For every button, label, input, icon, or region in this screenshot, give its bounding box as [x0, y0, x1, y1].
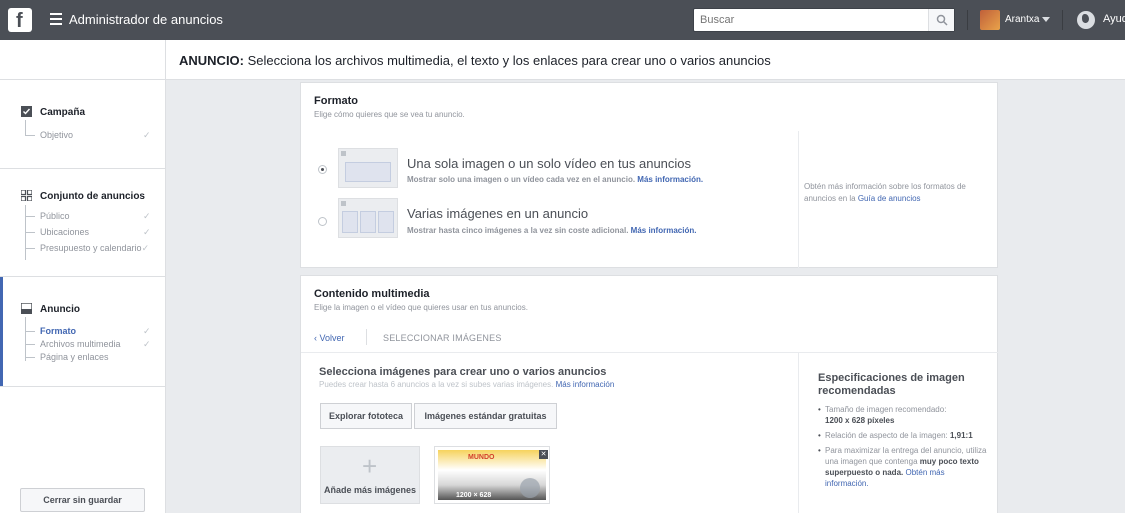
globe-icon[interactable] — [1077, 11, 1095, 29]
plus-icon: + — [362, 451, 378, 481]
search-icon — [936, 14, 948, 26]
checkbox-icon — [21, 106, 32, 117]
page-header: ANUNCIO: Selecciona los archivos multime… — [0, 40, 1125, 80]
more-info-link[interactable]: Más información. — [631, 226, 697, 235]
media-card: Contenido multimedia Elige la imagen o e… — [300, 275, 999, 513]
sidebar-item-ad[interactable]: Anuncio — [40, 304, 80, 315]
format-guide-info: Obtén más información sobre los formatos… — [804, 182, 966, 203]
selected-image-thumbnail[interactable]: MUNDO 1200 × 628 ✕ — [434, 446, 550, 504]
ad-icon — [21, 303, 32, 314]
format-option-multi-desc: Mostrar hasta cinco imágenes a la vez si… — [407, 226, 697, 235]
sidebar-item-adset[interactable]: Conjunto de anuncios — [40, 191, 145, 202]
sidebar-section-adset: Conjunto de anuncios Público ✓ Ubicacion… — [0, 169, 165, 277]
check-icon: ✓ — [143, 130, 151, 140]
multi-image-preview-icon — [338, 198, 398, 238]
format-option-multi-title[interactable]: Varias imágenes en un anuncio — [407, 206, 588, 221]
top-bar: f Administrador de anuncios Arantxa Ayud — [0, 0, 1125, 40]
more-info-link[interactable]: Más información — [556, 380, 615, 389]
grid-icon — [21, 190, 32, 201]
page-title: ANUNCIO: Selecciona los archivos multime… — [179, 53, 771, 68]
divider — [1062, 10, 1063, 30]
format-option-multi-radio[interactable] — [318, 217, 327, 226]
spec-item: Relación de aspecto de la imagen: 1,91:1 — [818, 430, 988, 441]
image-brand-text: MUNDO — [468, 454, 495, 461]
single-image-preview-icon — [338, 148, 398, 188]
spec-item: Tamaño de imagen recomendado:1200 x 628 … — [818, 404, 988, 426]
chevron-down-icon[interactable] — [1042, 17, 1050, 22]
browse-library-button[interactable]: Explorar fototeca — [320, 403, 412, 429]
free-stock-images-button[interactable]: Imágenes estándar gratuitas — [414, 403, 557, 429]
sidebar: Campaña Objetivo ✓ Conjunto de anuncios … — [0, 80, 166, 513]
menu-icon[interactable] — [50, 13, 62, 25]
sidebar-item-budget[interactable]: Presupuesto y calendario✓ — [40, 243, 149, 254]
app-title[interactable]: Administrador de anuncios — [69, 12, 223, 27]
search-button[interactable] — [928, 9, 954, 31]
sidebar-item-media[interactable]: Archivos multimedia — [40, 339, 121, 349]
select-images-subtitle: Puedes crear hasta 6 anuncios a la vez s… — [319, 380, 615, 389]
sidebar-item-format[interactable]: Formato — [40, 326, 76, 336]
sidebar-item-audience[interactable]: Público — [40, 211, 70, 221]
sidebar-section-ad: Anuncio Formato ✓ Archivos multimedia ✓ … — [0, 277, 165, 387]
select-images-title: Selecciona imágenes para crear uno o var… — [319, 366, 607, 378]
facebook-logo-icon[interactable]: f — [8, 8, 32, 32]
sidebar-item-placements[interactable]: Ubicaciones — [40, 227, 89, 237]
specs-title: Especificaciones de imagen recomendadas — [818, 372, 965, 397]
sidebar-item-objective[interactable]: Objetivo — [40, 130, 73, 140]
user-name[interactable]: Arantxa — [1005, 14, 1039, 25]
add-more-images-button[interactable]: + Añade más imágenes — [320, 446, 420, 504]
format-title: Formato — [314, 95, 358, 107]
media-title: Contenido multimedia — [314, 288, 430, 300]
breadcrumb: SELECCIONAR IMÁGENES — [383, 333, 502, 343]
check-icon: ✓ — [143, 211, 151, 221]
check-icon: ✓ — [143, 339, 151, 349]
check-icon: ✓ — [143, 326, 151, 336]
media-subtitle: Elige la imagen o el vídeo que quieres u… — [314, 303, 528, 312]
divider — [967, 10, 968, 30]
format-option-single-desc: Mostrar solo una imagen o un vídeo cada … — [407, 175, 704, 184]
ads-guide-link[interactable]: Guía de anuncios — [858, 194, 921, 203]
remove-image-icon[interactable]: ✕ — [539, 450, 548, 459]
close-without-saving-button[interactable]: Cerrar sin guardar — [20, 488, 145, 512]
search-box — [693, 8, 955, 32]
spec-item: Para maximizar la entrega del anuncio, u… — [818, 445, 988, 489]
sidebar-item-page-links[interactable]: Página y enlaces — [40, 352, 109, 362]
search-input[interactable] — [694, 9, 914, 31]
back-button[interactable]: ‹ Volver — [314, 333, 345, 343]
more-info-link[interactable]: Más información. — [637, 175, 703, 184]
check-icon: ✓ — [143, 227, 151, 237]
sidebar-item-campaign[interactable]: Campaña — [40, 107, 85, 118]
format-card: Formato Elige cómo quieres que se vea tu… — [300, 82, 998, 269]
image-specs: Especificaciones de imagen recomendadas … — [818, 372, 988, 493]
avatar[interactable] — [980, 10, 1000, 30]
help-link[interactable]: Ayud — [1103, 13, 1125, 25]
format-subtitle: Elige cómo quieres que se vea tu anuncio… — [314, 110, 465, 119]
sidebar-section-campaign: Campaña Objetivo ✓ — [0, 80, 165, 169]
add-more-images-label: Añade más imágenes — [323, 485, 417, 495]
image-dimensions: 1200 × 628 — [456, 492, 492, 499]
format-option-single-title[interactable]: Una sola imagen o un solo vídeo en tus a… — [407, 156, 691, 171]
format-option-single-radio[interactable] — [318, 165, 327, 174]
